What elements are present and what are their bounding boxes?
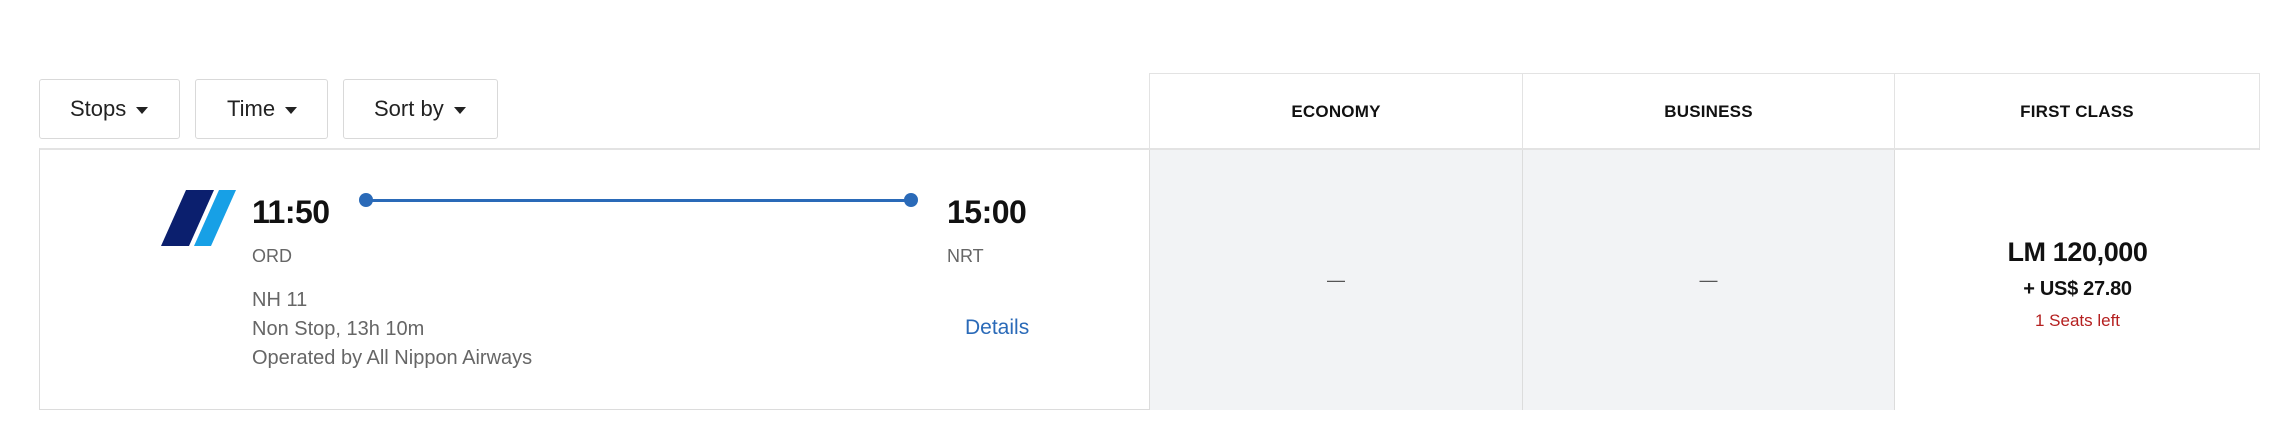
route-destination-dot	[904, 193, 918, 207]
fare-cell-first-class[interactable]: LM 120,000 + US$ 27.80 1 Seats left	[1894, 150, 2260, 410]
stops-filter-button[interactable]: Stops	[39, 79, 180, 139]
departure-airport: ORD	[252, 246, 292, 266]
first-class-cash-price: + US$ 27.80	[2023, 278, 2132, 300]
route-origin-dot	[359, 193, 373, 207]
route-line	[365, 199, 910, 202]
chevron-down-icon	[453, 106, 466, 114]
arrival-time: 15:00	[947, 194, 1027, 230]
fare-cell-economy: —	[1149, 150, 1522, 410]
economy-unavailable: —	[1327, 269, 1345, 290]
airline-logo-icon	[161, 190, 236, 246]
departure-time: 11:50	[252, 194, 330, 230]
flight-duration: Non Stop, 13h 10m	[252, 318, 425, 340]
arrival-airport: NRT	[947, 246, 984, 266]
cabin-header-business: BUSINESS	[1522, 74, 1894, 149]
filter-bar: Stops Time Sort by	[39, 79, 498, 139]
stops-filter-label: Stops	[70, 96, 127, 121]
flight-number: NH 11	[252, 289, 308, 311]
flight-result-row: 11:50 15:00 ORD NRT NH 11 Non Stop, 13h …	[39, 148, 2260, 410]
time-filter-button[interactable]: Time	[195, 79, 328, 139]
first-class-points-price: LM 120,000	[2007, 237, 2148, 267]
flight-operator: Operated by All Nippon Airways	[252, 347, 533, 369]
cabin-header-first-class: FIRST CLASS	[1894, 74, 2260, 149]
time-filter-label: Time	[227, 96, 276, 121]
details-link[interactable]: Details	[965, 316, 1029, 340]
sort-by-label: Sort by	[374, 96, 444, 121]
flight-info: NH 11 Non Stop, 13h 10m Operated by All …	[252, 286, 532, 373]
cabin-header: ECONOMY BUSINESS FIRST CLASS	[1149, 73, 2260, 149]
fare-cell-business: —	[1522, 150, 1894, 410]
cabin-header-economy: ECONOMY	[1149, 74, 1522, 149]
seats-left-badge: 1 Seats left	[2034, 311, 2121, 330]
chevron-down-icon	[136, 106, 149, 114]
business-unavailable: —	[1699, 269, 1718, 290]
chevron-down-icon	[285, 106, 298, 114]
flight-results-page: Stops Time Sort by ECONOMY BUSINESS FIRS…	[0, 0, 2290, 434]
sort-by-button[interactable]: Sort by	[343, 79, 498, 139]
